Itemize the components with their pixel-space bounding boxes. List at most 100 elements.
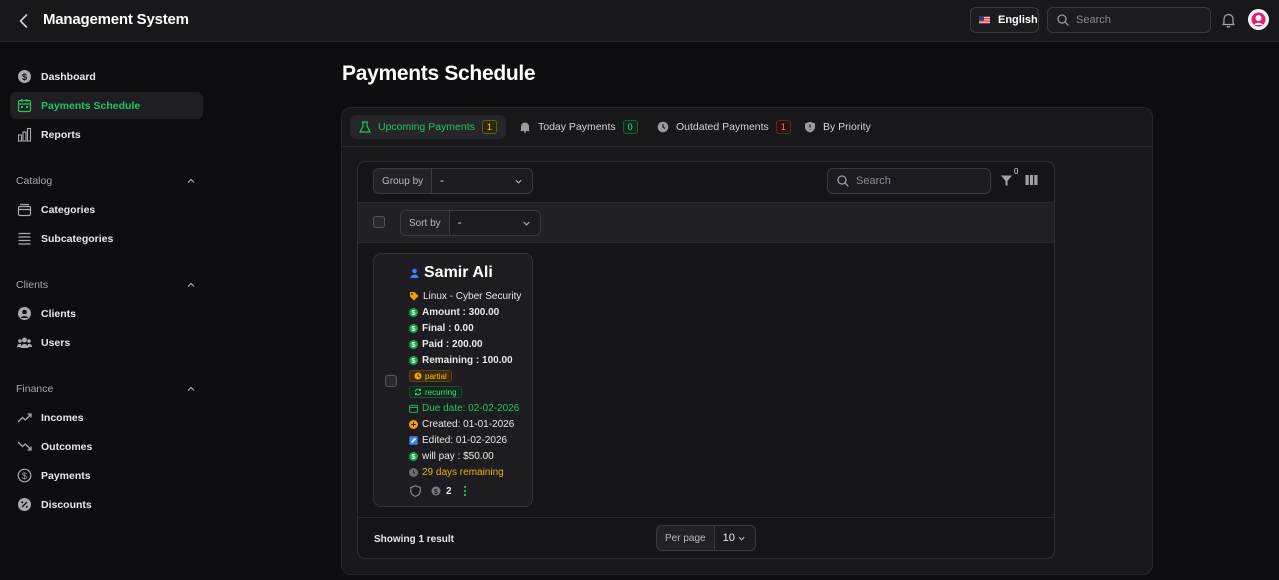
calendar-icon [409, 404, 418, 413]
chevron-down-icon [515, 179, 522, 184]
tag-icon [410, 292, 419, 301]
clock-icon [657, 121, 669, 133]
language-label: English [998, 14, 1038, 26]
per-page-label: Per page [657, 526, 715, 550]
dollar-icon: $ [409, 339, 418, 349]
category-row: Linux - Cyber Security [409, 288, 531, 304]
tab-label: By Priority [823, 121, 871, 133]
table-search-input[interactable] [856, 175, 966, 187]
svg-text:$: $ [22, 471, 27, 481]
dollar-icon: $ [409, 307, 418, 317]
chevron-up-icon [187, 178, 195, 183]
global-search-input[interactable] [1076, 14, 1186, 26]
sidebar-item-label: Users [41, 336, 71, 349]
sidebar-item-subcategories[interactable]: Subcategories [10, 225, 203, 252]
sidebar-item-dashboard[interactable]: $ Dashboard [10, 63, 203, 90]
chevron-down-icon [738, 536, 745, 541]
more-vertical-icon[interactable] [462, 485, 468, 497]
table-search [827, 168, 991, 194]
group-by-select[interactable]: Group by - [373, 168, 533, 194]
svg-text:$: $ [412, 454, 416, 461]
row-checkbox[interactable] [385, 375, 397, 387]
list-icon [18, 232, 31, 245]
shield-icon[interactable] [410, 485, 421, 497]
per-page-select[interactable]: Per page 10 [656, 525, 756, 551]
language-switcher-button[interactable]: English [970, 7, 1039, 33]
sidebar-item-outcomes[interactable]: Outcomes [10, 433, 203, 460]
tab-today-payments[interactable]: Today Payments 0 [510, 115, 647, 139]
sidebar-item-label: Discounts [41, 498, 92, 511]
table-toolbar: Group by - 0 [358, 162, 1054, 202]
sidebar-item-payments[interactable]: $ Payments [10, 462, 203, 489]
user-avatar[interactable] [1248, 9, 1269, 30]
will-pay-row: $ will pay : $50.00 [409, 448, 531, 464]
select-all-checkbox[interactable] [373, 216, 385, 228]
refresh-icon [414, 388, 422, 396]
amount-text: Amount : 300.00 [422, 306, 500, 318]
client-name: Samir Ali [410, 264, 493, 282]
dollar-icon: $ [409, 323, 418, 333]
calendar-icon [17, 99, 32, 113]
per-page-value[interactable]: 10 [715, 526, 755, 550]
group-by-value[interactable]: - [432, 169, 532, 193]
sidebar-item-incomes[interactable]: Incomes [10, 404, 203, 431]
sidebar-group-label: Clients [16, 279, 49, 291]
category-text: Linux - Cyber Security [423, 290, 522, 302]
type-badge-row: recurring [409, 384, 531, 400]
bell-icon [520, 122, 530, 133]
filter-count-badge: 0 [1014, 167, 1019, 176]
sidebar-item-label: Reports [41, 128, 81, 141]
installments-count[interactable]: $ 2 [431, 486, 452, 497]
chevron-down-icon [523, 221, 530, 226]
per-page-value-text: 10 [722, 532, 735, 544]
shield-icon [805, 121, 815, 133]
sort-by-value[interactable]: - [450, 211, 540, 235]
table-footer: Showing 1 result Per page 10 [358, 517, 1054, 558]
sidebar-item-discounts[interactable]: Discounts [10, 491, 203, 518]
sidebar-group-label: Finance [16, 383, 54, 395]
dollar-icon: $ [409, 355, 418, 365]
edited-text: Edited: 01-02-2026 [422, 434, 508, 446]
payments-panel: Upcoming Payments 1 Today Payments 0 Out… [341, 107, 1153, 575]
sidebar-item-reports[interactable]: Reports [10, 121, 203, 148]
sort-by-select[interactable]: Sort by - [400, 210, 541, 236]
page-title: Payments Schedule [342, 62, 536, 85]
chevron-up-icon [187, 386, 195, 391]
columns-icon[interactable] [1025, 174, 1038, 186]
group-by-value-text: - [440, 175, 444, 187]
svg-text:$: $ [434, 489, 438, 496]
bell-icon[interactable] [1221, 12, 1236, 28]
sidebar-item-users[interactable]: Users [10, 329, 203, 356]
final-text: Final : 0.00 [422, 322, 474, 334]
payment-card[interactable]: Samir Ali Linux - Cyber Security $ Amoun… [373, 253, 533, 507]
sidebar-item-label: Payments [41, 469, 91, 482]
sidebar-group-label: Catalog [16, 175, 53, 187]
tab-bar: Upcoming Payments 1 Today Payments 0 Out… [342, 108, 1152, 147]
sidebar-group-clients[interactable]: Clients [16, 277, 196, 293]
sidebar-item-payments-schedule[interactable]: Payments Schedule [10, 92, 203, 119]
dollar-icon: $ [17, 468, 32, 483]
sidebar-item-categories[interactable]: Categories [10, 196, 203, 223]
top-bar: Management System English [0, 0, 1279, 42]
created-row: Created: 01-01-2026 [409, 416, 531, 432]
sidebar-item-label: Payments Schedule [41, 99, 141, 112]
sidebar-group-finance[interactable]: Finance [16, 381, 196, 397]
filter-icon[interactable] [1000, 174, 1013, 187]
remaining-text: Remaining : 100.00 [422, 354, 513, 366]
tab-by-priority[interactable]: By Priority [795, 115, 880, 139]
client-name-text: Samir Ali [424, 264, 493, 281]
svg-text:$: $ [412, 358, 416, 365]
tab-upcoming-payments[interactable]: Upcoming Payments 1 [350, 115, 506, 139]
sidebar-item-label: Dashboard [41, 70, 96, 83]
sidebar-item-label: Categories [41, 203, 96, 216]
dollar-circle-icon: $ [18, 70, 31, 83]
svg-text:$: $ [412, 310, 416, 317]
tab-outdated-payments[interactable]: Outdated Payments 1 [648, 115, 800, 139]
sidebar-item-clients[interactable]: Clients [10, 300, 203, 327]
tab-label: Today Payments [538, 121, 616, 133]
back-arrow-icon[interactable] [14, 11, 34, 31]
sidebar-group-catalog[interactable]: Catalog [16, 173, 196, 189]
discount-icon [18, 498, 31, 511]
sidebar: $ Dashboard Payments Schedule Reports Ca… [0, 43, 212, 580]
created-text: Created: 01-01-2026 [422, 418, 515, 430]
